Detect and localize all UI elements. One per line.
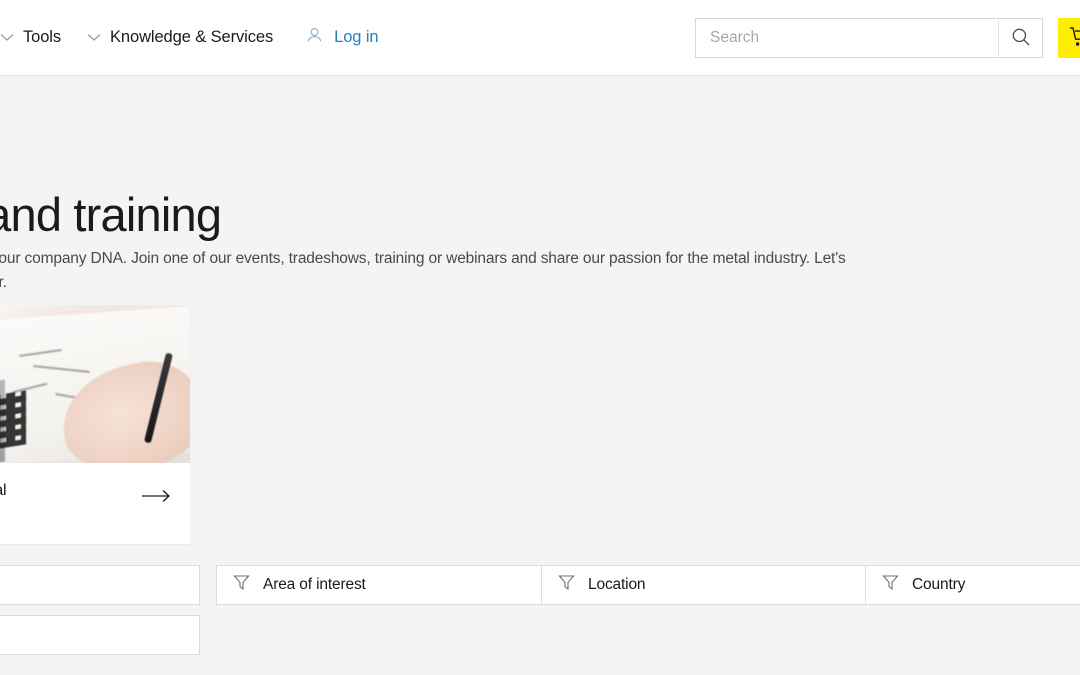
main-navigation: Tools Knowledge & Services Log in [0, 0, 379, 75]
event-card-title-line1: Digital learning - metal [0, 482, 7, 499]
shopping-cart-icon [1069, 26, 1080, 51]
event-card-image [0, 305, 190, 463]
nav-item-label: Tools [23, 28, 62, 46]
page-body: Events and training Events and training … [0, 76, 1080, 675]
page-title: Events and training [0, 188, 222, 242]
chevron-down-icon [87, 29, 101, 47]
filter-area-of-interest[interactable]: Area of interest [216, 565, 542, 605]
search-submit-button[interactable] [998, 19, 1042, 57]
nav-item-knowledge-services[interactable]: Knowledge & Services [87, 28, 273, 47]
event-card-body: Digital learning - metal basics [0, 463, 190, 544]
filter-label: Country [912, 576, 966, 593]
filter-icon [882, 574, 899, 596]
filter-label: Location [588, 576, 646, 593]
page-viewport: Tools Knowledge & Services Log in Search… [0, 0, 1080, 675]
filter-icon [233, 574, 250, 596]
login-label: Log in [334, 28, 379, 46]
filter-country[interactable]: Country [865, 565, 1080, 605]
event-card[interactable]: Digital learning - metal basics [0, 305, 190, 544]
chevron-down-icon [0, 29, 14, 47]
filter-type-of-event[interactable]: Type of event [0, 565, 200, 605]
search-input[interactable] [696, 19, 998, 57]
filter-label: Area of interest [263, 576, 366, 593]
filter-icon [558, 574, 575, 596]
nav-item-tools[interactable]: Tools [0, 28, 61, 47]
user-icon [305, 26, 324, 50]
shopping-cart-button[interactable] [1058, 18, 1080, 58]
event-card-title: Digital learning - metal basics [0, 480, 117, 524]
arrow-right-icon[interactable] [142, 489, 172, 508]
filter-date[interactable]: Date [0, 615, 200, 655]
page-description: Sharing knowledge is in our company DNA.… [0, 249, 846, 291]
login-link[interactable]: Log in [305, 26, 379, 50]
nav-item-label: Knowledge & Services [110, 28, 274, 46]
site-header: Tools Knowledge & Services Log in [0, 0, 1080, 76]
search-box [695, 18, 1043, 58]
filter-location[interactable]: Location [541, 565, 867, 605]
search-icon [1011, 27, 1031, 50]
